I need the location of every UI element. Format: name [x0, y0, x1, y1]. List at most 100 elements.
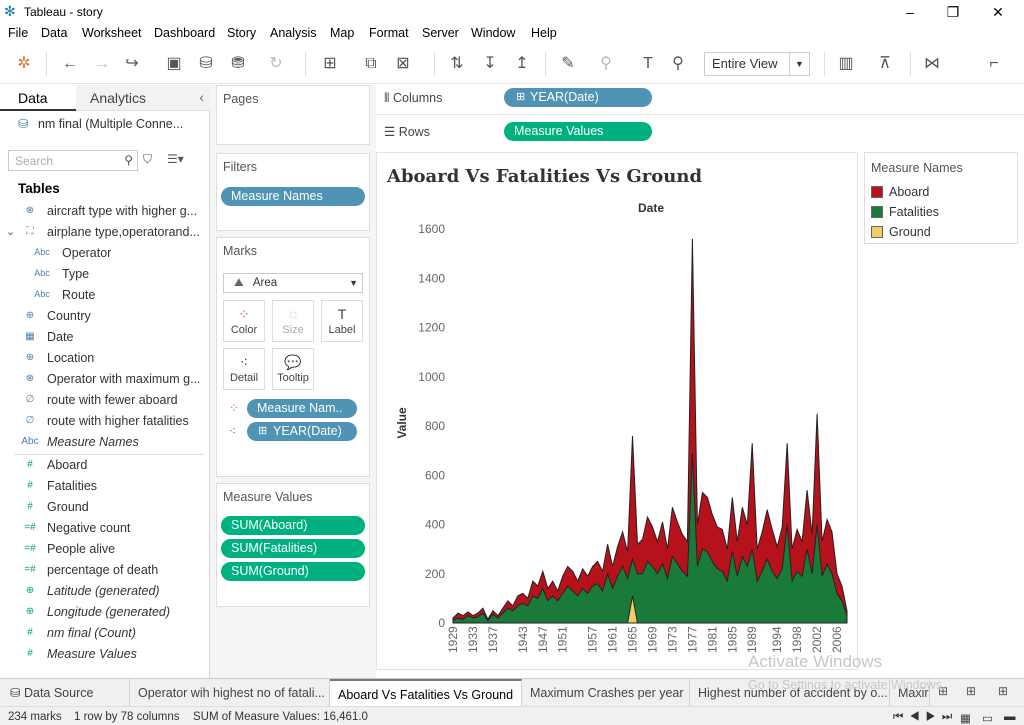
new-story-icon[interactable]: ⊞ — [998, 684, 1008, 698]
field-item[interactable]: ⊕ Location — [0, 349, 208, 370]
chevron-down-icon[interactable]: ▼ — [789, 53, 809, 75]
mark-pill-measure-names[interactable]: Measure Nam.. — [247, 399, 357, 418]
field-item[interactable]: =# People alive — [0, 540, 208, 561]
field-item[interactable]: ∅ route with higher fatalities — [0, 412, 208, 433]
legend-item-aboard[interactable]: Aboard — [871, 185, 929, 199]
menu-worksheet[interactable]: Worksheet — [82, 26, 142, 40]
field-item[interactable]: Abc Route — [0, 286, 208, 307]
new-worksheet-icon[interactable]: ⊞ — [320, 54, 340, 74]
undo-icon[interactable]: ← — [60, 54, 80, 74]
show-me-icon[interactable]: ⌐ — [984, 54, 1004, 74]
filter-pill-measure-names[interactable]: Measure Names — [221, 187, 365, 206]
new-datasource-icon[interactable]: ⛁ — [196, 54, 216, 74]
field-item[interactable]: Abc Operator — [0, 244, 208, 265]
sheet-tab[interactable]: Maximum Crashes per year — [522, 679, 690, 707]
area-chart[interactable]: Aboard Vs Fatalities Vs Ground Date Valu… — [377, 153, 857, 669]
measure-pill-aboard[interactable]: SUM(Aboard) — [221, 516, 365, 535]
viz-area[interactable]: Aboard Vs Fatalities Vs Ground Date Valu… — [376, 152, 858, 670]
tooltip-button[interactable]: 💬 Tooltip — [272, 348, 314, 390]
duplicate-sheet-icon[interactable]: ⧉ — [361, 54, 381, 74]
field-item[interactable]: ⊗ aircraft type with higher g... — [0, 202, 208, 223]
size-button[interactable]: ◌ Size — [272, 300, 314, 342]
show-cards-icon[interactable]: ▥ — [836, 54, 856, 74]
legend-title: Measure Names — [871, 161, 963, 175]
search-input[interactable]: Search ⚲ — [8, 150, 138, 171]
share-icon[interactable]: ⋈ — [922, 54, 942, 74]
sort-ascending-icon[interactable]: ↧ — [480, 54, 500, 74]
color-legend[interactable]: Measure Names Aboard Fatalities Ground — [864, 152, 1018, 244]
collapse-pane-icon[interactable]: ‹ — [199, 89, 204, 105]
menu-server[interactable]: Server — [422, 26, 459, 40]
field-item[interactable]: Abc Measure Names — [0, 433, 208, 454]
field-item[interactable]: # Fatalities — [0, 477, 208, 498]
film-strip-icon[interactable]: ▭ — [982, 711, 993, 725]
redo-icon[interactable]: → — [92, 54, 112, 74]
fit-dropdown[interactable]: Entire View ▼ — [704, 52, 810, 76]
field-item[interactable]: Abc Type — [0, 265, 208, 286]
pin-axes-icon[interactable]: ⚲ — [668, 54, 688, 74]
menu-file[interactable]: File — [8, 26, 28, 40]
tableau-home-icon[interactable]: ✲ — [14, 54, 34, 74]
field-item[interactable]: ⊗ Operator with maximum g... — [0, 370, 208, 391]
sheet-tab[interactable]: Operator wih highest no of fatali... — [130, 679, 330, 707]
menu-story[interactable]: Story — [227, 26, 256, 40]
save-icon[interactable]: ▣ — [164, 54, 184, 74]
close-button[interactable]: ✕ — [978, 2, 1018, 22]
pages-card[interactable]: Pages — [216, 85, 370, 145]
presentation-mode-icon[interactable]: ⊼ — [875, 54, 895, 74]
color-button[interactable]: ⁘ Color — [223, 300, 265, 342]
group-icon[interactable]: ⚲ — [596, 54, 616, 74]
maximize-button[interactable]: ❐ — [933, 2, 973, 22]
swap-rows-columns-icon[interactable]: ⇅ — [447, 54, 467, 74]
view-options-icon[interactable]: ☰▾ — [167, 152, 184, 166]
field-item[interactable]: =# Negative count — [0, 519, 208, 540]
filters-card[interactable]: Filters Measure Names — [216, 153, 370, 231]
measure-pill-ground[interactable]: SUM(Ground) — [221, 562, 365, 581]
minimize-button[interactable]: – — [890, 2, 930, 22]
label-button[interactable]: T Label — [321, 300, 363, 342]
sheet-navigation-arrows[interactable]: ⏮◀▶⏭ — [893, 711, 958, 724]
columns-pill-year-date[interactable]: YEAR(Date) — [504, 88, 652, 107]
field-item[interactable]: # nm final (Count) — [0, 624, 208, 645]
field-item[interactable]: ⊕ Country — [0, 307, 208, 328]
filter-icon[interactable]: ⛉ — [143, 152, 152, 167]
refresh-icon[interactable]: ↻ — [266, 54, 286, 74]
sheet-tab-active[interactable]: Aboard Vs Fatalities Vs Ground — [330, 679, 522, 707]
show-labels-icon[interactable]: T — [638, 54, 658, 74]
menu-window[interactable]: Window — [471, 26, 515, 40]
menu-dashboard[interactable]: Dashboard — [154, 26, 215, 40]
field-item[interactable]: # Measure Values — [0, 645, 208, 666]
pause-updates-icon[interactable]: ⛃ — [228, 54, 248, 74]
field-item[interactable]: # Ground — [0, 498, 208, 519]
new-dashboard-icon[interactable]: ⊞ — [966, 684, 976, 698]
field-item[interactable]: # Aboard — [0, 456, 208, 477]
menu-format[interactable]: Format — [369, 26, 409, 40]
sort-descending-icon[interactable]: ↥ — [512, 54, 532, 74]
menu-analysis[interactable]: Analysis — [270, 26, 317, 40]
tabs-view-icon[interactable]: ▬ — [1004, 711, 1016, 723]
datasource-row[interactable]: ⛁ nm final (Multiple Conne... — [18, 116, 206, 131]
expand-chevron-icon[interactable]: ⌄ — [6, 225, 15, 238]
legend-item-ground[interactable]: Ground — [871, 225, 931, 239]
field-item[interactable]: ∅ route with fewer aboard — [0, 391, 208, 412]
field-item[interactable]: ⊕ Longitude (generated) — [0, 603, 208, 624]
menu-data[interactable]: Data — [41, 26, 67, 40]
legend-item-fatalities[interactable]: Fatalities — [871, 205, 939, 219]
tab-analytics[interactable]: Analytics ‹ — [76, 85, 210, 111]
mark-type-dropdown[interactable]: ⛰ Area ▼ — [223, 273, 363, 293]
replay-icon[interactable]: ↪ — [122, 54, 142, 74]
tab-data[interactable]: Data — [0, 85, 76, 111]
field-item[interactable]: ⛶ airplane type,operatorand... ⌄ — [0, 223, 208, 244]
menu-help[interactable]: Help — [531, 26, 557, 40]
sheet-sorter-icon[interactable]: ▦ — [960, 711, 971, 725]
highlight-icon[interactable]: ✎ — [558, 54, 578, 74]
tab-data-source[interactable]: ⛁ Data Source — [0, 679, 130, 707]
field-item[interactable]: ⊕ Latitude (generated) — [0, 582, 208, 603]
menu-map[interactable]: Map — [330, 26, 354, 40]
field-item[interactable]: ▦ Date — [0, 328, 208, 349]
clear-sheet-icon[interactable]: ⊠ — [393, 54, 413, 74]
field-item[interactable]: =# percentage of death — [0, 561, 208, 582]
rows-pill-measure-values[interactable]: Measure Values — [504, 122, 652, 141]
detail-button[interactable]: ⁖ Detail — [223, 348, 265, 390]
measure-pill-fatalities[interactable]: SUM(Fatalities) — [221, 539, 365, 558]
